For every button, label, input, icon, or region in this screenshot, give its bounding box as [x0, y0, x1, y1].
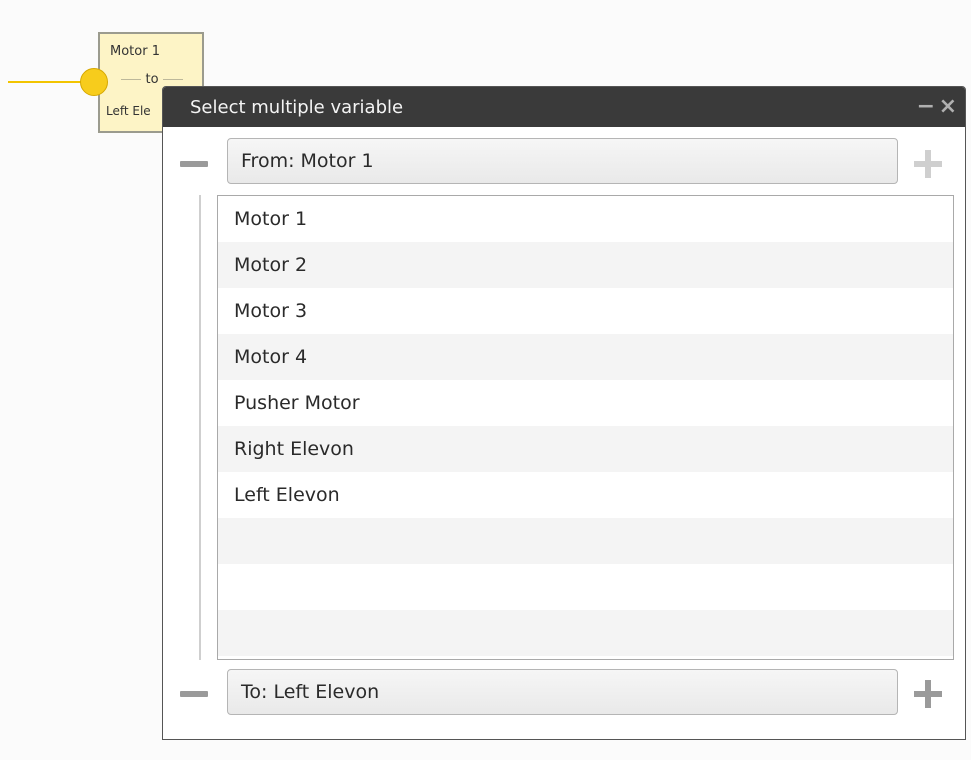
node-connector: to: [110, 72, 194, 87]
select-multiple-variable-dialog: Select multiple variable − × From: Motor…: [162, 86, 966, 740]
from-remove-button[interactable]: [177, 147, 211, 181]
list-item[interactable]: Motor 1: [218, 196, 953, 242]
list-item[interactable]: Pusher Motor: [218, 380, 953, 426]
dialog-title: Select multiple variable: [190, 97, 404, 118]
list-item[interactable]: [218, 564, 953, 610]
list-item[interactable]: Motor 4: [218, 334, 953, 380]
from-add-button[interactable]: [911, 147, 945, 181]
node-to-label: Left Ele: [106, 104, 151, 118]
variable-list[interactable]: Motor 1 Motor 2 Motor 3 Motor 4 Pusher Motor…: [217, 195, 954, 660]
minimize-icon[interactable]: −: [917, 96, 935, 118]
node-connector-label: to: [145, 72, 159, 87]
input-port[interactable]: [80, 68, 108, 96]
minus-icon: [180, 691, 208, 697]
list-item[interactable]: Motor 2: [218, 242, 953, 288]
minus-icon: [180, 161, 208, 167]
list-item[interactable]: Motor 3: [218, 288, 953, 334]
list-item[interactable]: [218, 610, 953, 656]
close-icon[interactable]: ×: [939, 96, 957, 118]
dialog-titlebar[interactable]: Select multiple variable − ×: [163, 87, 965, 127]
node-from-label: Motor 1: [110, 44, 160, 59]
list-item[interactable]: Right Elevon: [218, 426, 953, 472]
to-add-button[interactable]: [911, 677, 945, 711]
list-item[interactable]: [218, 518, 953, 564]
to-field[interactable]: To: Left Elevon: [227, 669, 898, 715]
list-item[interactable]: Left Elevon: [218, 472, 953, 518]
range-bracket: [199, 195, 201, 660]
to-remove-button[interactable]: [177, 677, 211, 711]
from-field[interactable]: From: Motor 1: [227, 138, 898, 184]
